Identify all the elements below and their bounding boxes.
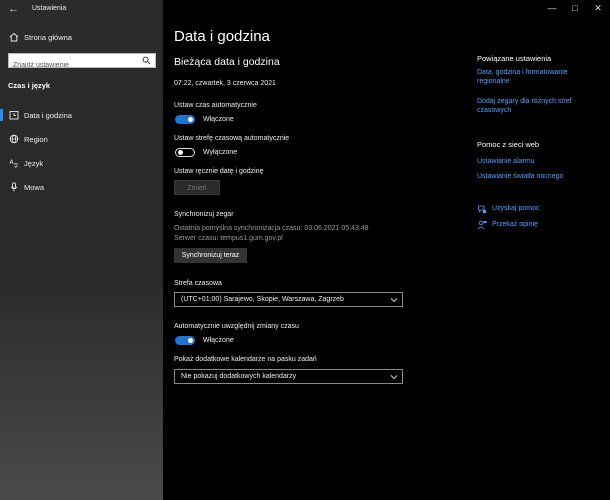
current-datetime: 07:22, czwartek, 3 czerwca 2021 bbox=[174, 80, 276, 87]
help-link-night-light[interactable]: Ustawianie światła nocnego bbox=[477, 172, 563, 181]
sidebar-item-language[interactable]: A 字 Język bbox=[0, 154, 163, 172]
home-label: Strona główna bbox=[24, 33, 72, 42]
sidebar-item-label: Data i godzina bbox=[24, 111, 72, 120]
clock-icon bbox=[9, 111, 19, 120]
close-icon[interactable]: ✕ bbox=[591, 3, 605, 14]
title-bar: ← Ustawienia bbox=[0, 0, 163, 18]
calendars-label: Pokaż dodatkowe kalendarze na pasku zada… bbox=[174, 356, 317, 363]
get-help-link[interactable]: Uzyskaj pomoc bbox=[492, 205, 539, 212]
sidebar-item-date-time[interactable]: Data i godzina bbox=[0, 106, 163, 124]
svg-text:字: 字 bbox=[14, 163, 19, 169]
auto-time-toggle[interactable] bbox=[175, 115, 195, 124]
calendars-value: Nie pokazuj dodatkowych kalendarzy bbox=[181, 373, 297, 380]
home-link[interactable]: Strona główna bbox=[0, 30, 163, 46]
dst-toggle[interactable] bbox=[175, 336, 195, 345]
sidebar-item-region[interactable]: Region bbox=[0, 130, 163, 148]
minimize-icon[interactable]: — bbox=[545, 3, 559, 13]
sidebar-item-label: Region bbox=[24, 135, 48, 144]
auto-timezone-state: Wyłączone bbox=[203, 149, 238, 156]
time-server-text: Serwer czasu: tempus1.gum.gov.pl bbox=[174, 235, 283, 242]
current-datetime-heading: Bieżąca data i godzina bbox=[174, 56, 280, 68]
dst-label: Automatycznie uwzględnij zmiany czasu bbox=[174, 323, 299, 330]
app-title: Ustawienia bbox=[32, 5, 67, 12]
sync-heading: Synchronizuj zegar bbox=[174, 211, 234, 218]
main-content: — □ ✕ Data i godzina Bieżąca data i godz… bbox=[163, 0, 610, 500]
give-feedback-link[interactable]: Przekaż opinię bbox=[492, 221, 538, 228]
globe-icon bbox=[9, 134, 19, 144]
section-label: Czas i język bbox=[8, 81, 51, 90]
timezone-value: (UTC+01:00) Sarajewo, Skopie, Warszawa, … bbox=[181, 296, 344, 303]
web-help-heading: Pomoc z sieci web bbox=[477, 140, 540, 149]
search-icon[interactable] bbox=[142, 56, 151, 65]
chevron-down-icon bbox=[390, 375, 398, 380]
page-title: Data i godzina bbox=[174, 28, 270, 45]
search-input[interactable] bbox=[9, 59, 133, 72]
change-button[interactable]: Zmień bbox=[174, 180, 220, 195]
sidebar-item-speech[interactable]: Mowa bbox=[0, 178, 163, 196]
back-arrow-icon[interactable]: ← bbox=[8, 3, 19, 15]
help-link-alarm[interactable]: Ustawianie alarmu bbox=[477, 157, 535, 166]
related-link-regional-format[interactable]: Data, godzina i formatowanie regionalne bbox=[477, 68, 577, 86]
dst-state: Włączone bbox=[203, 337, 234, 344]
calendars-select[interactable]: Nie pokazuj dodatkowych kalendarzy bbox=[174, 369, 403, 384]
auto-time-state: Włączone bbox=[203, 116, 234, 123]
auto-timezone-toggle[interactable] bbox=[175, 148, 195, 157]
related-settings-heading: Powiązane ustawienia bbox=[477, 54, 552, 63]
auto-timezone-label: Ustaw strefę czasową automatycznie bbox=[174, 135, 290, 142]
manual-set-label: Ustaw ręcznie datę i godzinę bbox=[174, 168, 264, 175]
sidebar-item-label: Mowa bbox=[24, 183, 45, 192]
maximize-icon[interactable]: □ bbox=[568, 3, 582, 13]
selection-indicator bbox=[0, 109, 3, 121]
chevron-down-icon bbox=[390, 298, 398, 303]
auto-time-label: Ustaw czas automatycznie bbox=[174, 102, 257, 109]
microphone-icon bbox=[10, 182, 18, 192]
timezone-label: Strefa czasowa bbox=[174, 280, 222, 287]
sync-now-button[interactable]: Synchronizuj teraz bbox=[174, 248, 247, 263]
feedback-icon bbox=[477, 220, 487, 230]
home-icon bbox=[9, 32, 19, 42]
help-icon bbox=[478, 205, 487, 214]
language-icon: A 字 bbox=[10, 159, 19, 169]
last-sync-text: Ostatnia pomyślna synchronizacja czasu: … bbox=[174, 225, 369, 232]
sidebar-item-label: Język bbox=[24, 159, 44, 168]
timezone-select[interactable]: (UTC+01:00) Sarajewo, Skopie, Warszawa, … bbox=[174, 292, 403, 307]
related-link-add-clocks[interactable]: Dodaj zegary dla różnych stref czasowych bbox=[477, 97, 577, 115]
search-box[interactable] bbox=[8, 53, 156, 72]
sidebar: ← Ustawienia Strona główna Czas i język … bbox=[0, 0, 163, 500]
